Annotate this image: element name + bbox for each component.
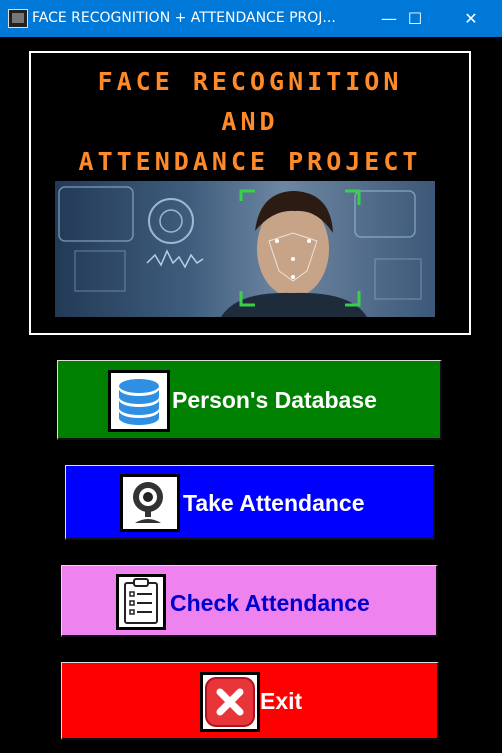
banner-title-line-1: FACE RECOGNITION [97, 67, 403, 96]
clipboard-icon [116, 574, 166, 630]
check-attendance-label: Check Attendance [170, 590, 370, 616]
close-icon: ✕ [464, 9, 478, 28]
banner-title-line-3: ATTENDANCE PROJECT [78, 147, 422, 176]
project-banner: FACE RECOGNITION AND ATTENDANCE PROJECT [29, 51, 471, 335]
maximize-icon: ☐ [407, 9, 423, 28]
banner-title-line-2: AND [221, 107, 279, 136]
window-title: FACE RECOGNITION + ATTENDANCE PROJ... [32, 10, 336, 26]
database-icon [108, 370, 170, 432]
exit-label: Exit [260, 688, 303, 714]
exit-button[interactable]: Exit [61, 662, 439, 740]
face-scan-image [55, 181, 435, 317]
take-attendance-label: Take Attendance [183, 490, 365, 516]
take-attendance-button[interactable]: Take Attendance [65, 465, 435, 540]
maximize-button[interactable]: ☐ [392, 0, 438, 37]
webcam-icon [120, 474, 180, 532]
close-button[interactable]: ✕ [448, 0, 494, 37]
title-bar[interactable]: FACE RECOGNITION + ATTENDANCE PROJ... — … [0, 0, 502, 37]
check-attendance-button[interactable]: Check Attendance [61, 565, 438, 637]
close-x-icon [200, 672, 260, 732]
persons-database-button[interactable]: Person's Database [57, 360, 442, 440]
app-icon [8, 9, 28, 28]
persons-database-label: Person's Database [172, 387, 377, 413]
